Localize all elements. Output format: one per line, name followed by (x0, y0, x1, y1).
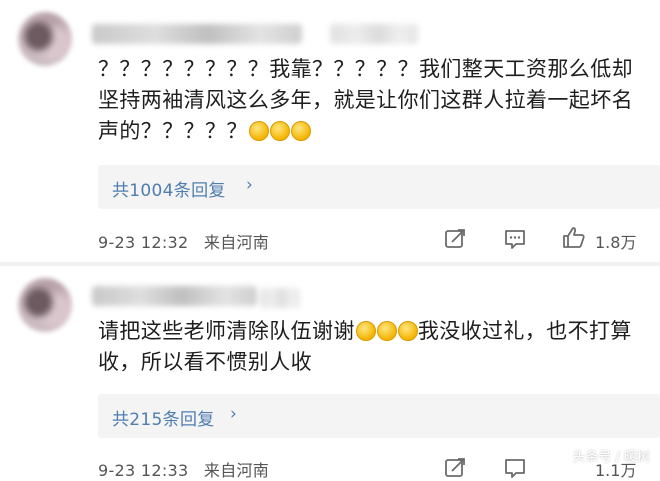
share-icon[interactable] (443, 227, 467, 251)
comment-text: 请把这些老师清除队伍谢谢 我没收过礼，也不打算收，所以看不惯别人收 (98, 319, 632, 374)
comment-item: 请把这些老师清除队伍谢谢 我没收过礼，也不打算收，所以看不惯别人收 共215条回复… (0, 266, 660, 480)
surprised-face-emoji-icon (269, 121, 290, 141)
comment-item: ？？？？？？？？我靠？？？？？我们整天工资那么低却坚持两袖清风这么多年，就是让你… (0, 0, 660, 262)
comment-time: 9-23 12:32 (98, 233, 189, 252)
comment-time: 9-23 12:33 (98, 461, 189, 480)
username-badge (330, 24, 418, 44)
crying-face-emoji-icon (376, 321, 397, 341)
surprised-face-emoji-icon (290, 121, 311, 141)
crying-face-emoji-icon (355, 321, 376, 341)
watermark: 头条号 / 暖树 (572, 450, 650, 465)
comment-icon[interactable] (503, 456, 527, 480)
comment-location: 来自河南 (203, 461, 270, 480)
comment-location: 来自河南 (203, 233, 270, 252)
comment-text: ？？？？？？？？我靠？？？？？我们整天工资那么低却坚持两袖清风这么多年，就是让你… (98, 57, 633, 143)
username[interactable] (92, 286, 257, 306)
username[interactable] (92, 24, 302, 44)
username-badge (260, 288, 300, 308)
avatar[interactable] (18, 12, 72, 66)
comment-meta: 9-23 12:32 来自河南 (98, 229, 269, 253)
comment-meta: 9-23 12:33 来自河南 (98, 457, 269, 481)
crying-face-emoji-icon (397, 321, 418, 341)
share-icon[interactable] (443, 456, 467, 480)
comment-icon[interactable] (503, 227, 527, 251)
replies-expander[interactable]: 共1004条回复 › (98, 165, 660, 209)
avatar[interactable] (18, 278, 72, 332)
replies-count-label: 共1004条回复 (112, 181, 226, 201)
chevron-right-icon: › (246, 175, 253, 195)
replies-count-label: 共215条回复 (112, 410, 215, 430)
replies-expander[interactable]: 共215条回复 › (98, 394, 660, 438)
thumbs-up-icon[interactable] (562, 226, 586, 250)
chevron-right-icon: › (230, 404, 237, 424)
like-count: 1.8万 (595, 233, 637, 252)
surprised-face-emoji-icon (248, 121, 269, 141)
